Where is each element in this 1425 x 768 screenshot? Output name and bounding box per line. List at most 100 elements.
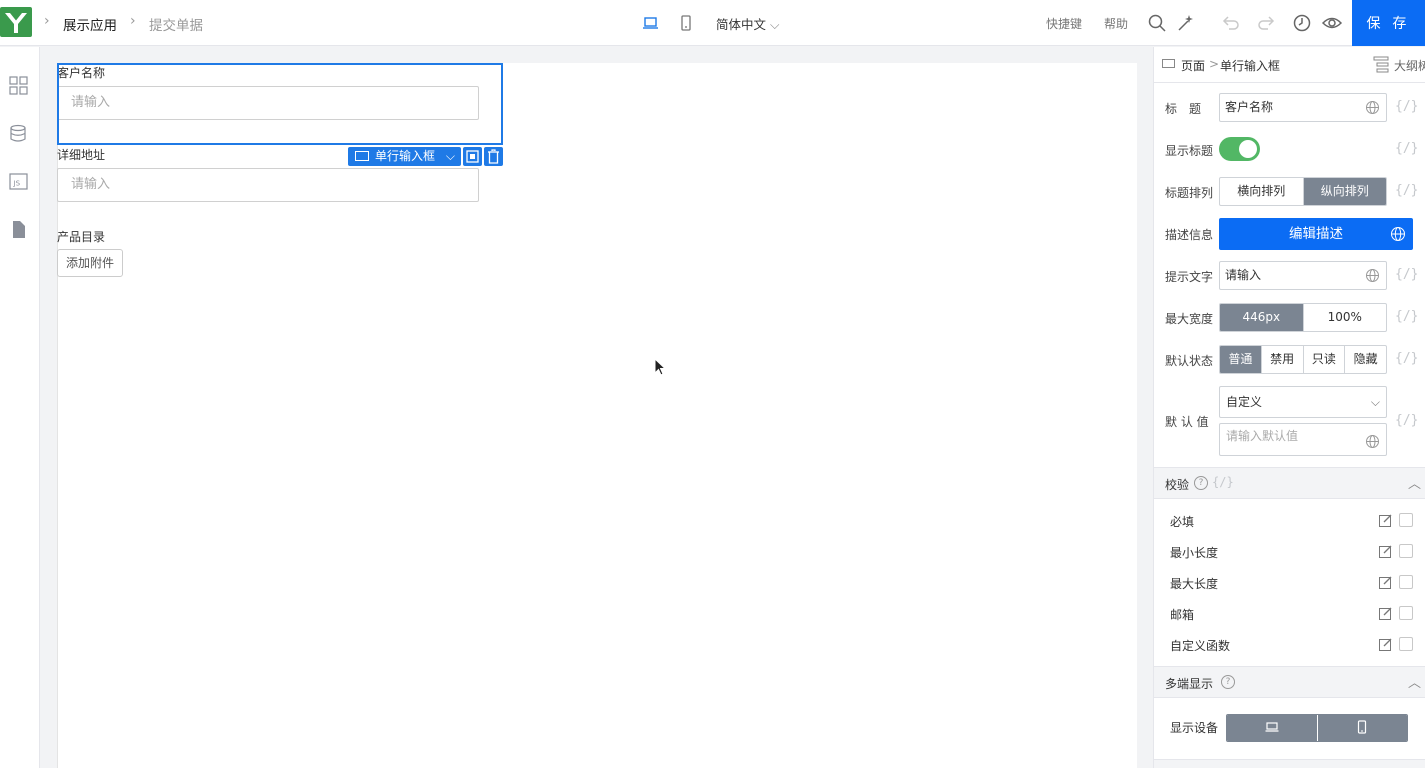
display-device-segment bbox=[1226, 714, 1408, 742]
multi-device-title: 多端显示 bbox=[1165, 677, 1214, 691]
left-sidebar: JS bbox=[0, 47, 40, 768]
undo-icon[interactable] bbox=[1220, 12, 1242, 34]
component-type-switch[interactable]: 单行输入框 ⌵ bbox=[348, 147, 461, 166]
mobile-view-icon[interactable] bbox=[676, 13, 698, 35]
validation-custom-function: 自定义函数 bbox=[1170, 639, 1231, 653]
chevron-down-icon: ⌵ bbox=[1370, 395, 1380, 409]
hint-text-label: 提示文字 bbox=[1165, 270, 1214, 284]
panel-breadcrumb-page[interactable]: 页面 bbox=[1181, 57, 1205, 74]
breadcrumb-page[interactable]: 提交单据 bbox=[149, 14, 203, 34]
edit-icon[interactable] bbox=[1378, 575, 1393, 590]
collapse-chevron-icon[interactable]: ︿ bbox=[1408, 672, 1421, 691]
required-checkbox[interactable] bbox=[1399, 513, 1413, 527]
trash-icon bbox=[488, 149, 499, 164]
edit-icon[interactable] bbox=[1378, 544, 1393, 559]
desktop-view-icon[interactable] bbox=[641, 13, 663, 35]
variable-binding-icon[interactable]: {/} bbox=[1395, 309, 1418, 324]
address-input[interactable]: 请输入 bbox=[57, 168, 479, 202]
default-mode-select[interactable]: 自定义 ⌵ bbox=[1219, 386, 1387, 418]
validation-email: 邮箱 bbox=[1170, 608, 1195, 622]
preview-eye-icon[interactable] bbox=[1321, 12, 1343, 34]
data-source-icon[interactable] bbox=[8, 123, 30, 145]
globe-icon bbox=[1391, 227, 1405, 241]
state-readonly[interactable]: 只读 bbox=[1304, 346, 1346, 373]
max-length-checkbox[interactable] bbox=[1399, 575, 1413, 589]
input-box-icon bbox=[355, 151, 369, 161]
state-disabled[interactable]: 禁用 bbox=[1262, 346, 1304, 373]
edit-description-button[interactable]: 编辑描述 bbox=[1219, 218, 1413, 250]
redo-icon[interactable] bbox=[1255, 12, 1277, 34]
title-input[interactable]: 客户名称 bbox=[1219, 93, 1387, 122]
show-title-toggle[interactable] bbox=[1219, 137, 1260, 161]
shortcuts-link[interactable]: 快捷键 bbox=[1046, 15, 1082, 32]
delete-component-button[interactable] bbox=[484, 147, 503, 166]
variable-binding-icon[interactable]: {/} bbox=[1395, 183, 1418, 198]
variable-binding-icon[interactable]: {/} bbox=[1395, 351, 1418, 366]
globe-icon[interactable] bbox=[1365, 268, 1380, 283]
hint-text-input[interactable]: 请输入 bbox=[1219, 261, 1387, 290]
min-length-checkbox[interactable] bbox=[1399, 544, 1413, 558]
variable-binding-icon[interactable]: {/} bbox=[1212, 475, 1234, 489]
edit-icon[interactable] bbox=[1378, 637, 1393, 652]
state-normal[interactable]: 普通 bbox=[1220, 346, 1262, 373]
default-value-input[interactable]: 请输入默认值 bbox=[1219, 423, 1387, 456]
globe-icon[interactable] bbox=[1365, 100, 1380, 115]
help-link[interactable]: 帮助 bbox=[1104, 15, 1128, 32]
language-select[interactable]: 简体中文 ⌵ bbox=[716, 14, 779, 33]
edit-icon[interactable] bbox=[1378, 513, 1393, 528]
title-layout-segment: 横向排列 纵向排列 bbox=[1219, 177, 1387, 206]
email-checkbox[interactable] bbox=[1399, 606, 1413, 620]
js-code-icon[interactable]: JS bbox=[8, 171, 30, 193]
max-width-px[interactable]: 446px bbox=[1220, 304, 1304, 331]
collapse-chevron-icon[interactable]: ︿ bbox=[1408, 473, 1421, 492]
validation-section-header[interactable]: 校验 ? {/} ︿ bbox=[1154, 467, 1425, 499]
copy-icon bbox=[466, 150, 479, 163]
variable-binding-icon[interactable]: {/} bbox=[1395, 267, 1418, 282]
variable-binding-icon[interactable]: {/} bbox=[1395, 99, 1418, 114]
top-bar: › 展示应用 › 提交单据 简体中文 ⌵ 快捷键 帮助 保 存 bbox=[0, 0, 1425, 46]
help-icon[interactable]: ? bbox=[1194, 476, 1208, 490]
mouse-cursor-icon bbox=[654, 358, 667, 376]
title-layout-vertical[interactable]: 纵向排列 bbox=[1303, 178, 1386, 205]
multi-device-section-header[interactable]: 多端显示 ? ︿ bbox=[1154, 666, 1425, 698]
chevron-right-icon: › bbox=[44, 13, 50, 29]
device-desktop[interactable] bbox=[1227, 715, 1318, 741]
globe-icon[interactable] bbox=[1365, 434, 1380, 449]
device-mobile[interactable] bbox=[1317, 715, 1407, 741]
default-state-label: 默认状态 bbox=[1165, 354, 1214, 368]
outline-tree-icon[interactable] bbox=[1372, 55, 1390, 76]
history-clock-icon[interactable] bbox=[1291, 12, 1313, 34]
add-attachment-button[interactable]: 添加附件 bbox=[57, 249, 123, 277]
page-frame-icon bbox=[1162, 59, 1175, 68]
title-label: 标 题 bbox=[1165, 102, 1202, 116]
property-panel: 页面 > 单行输入框 大纲树 标 题 客户名称 {/} 显示标题 {/} 标题排… bbox=[1153, 47, 1425, 768]
validation-max-length: 最大长度 bbox=[1170, 577, 1219, 591]
svg-text:JS: JS bbox=[13, 180, 21, 188]
components-grid-icon[interactable] bbox=[8, 75, 30, 97]
toggle-knob bbox=[1239, 140, 1257, 158]
description-label: 描述信息 bbox=[1165, 228, 1214, 242]
component-type-label: 单行输入框 bbox=[375, 149, 436, 163]
copy-component-button[interactable] bbox=[463, 147, 482, 166]
outline-tree-label[interactable]: 大纲树 bbox=[1394, 57, 1425, 74]
title-layout-horizontal[interactable]: 横向排列 bbox=[1220, 178, 1304, 205]
custom-function-checkbox[interactable] bbox=[1399, 637, 1413, 651]
display-device-label: 显示设备 bbox=[1170, 721, 1219, 735]
variable-binding-icon[interactable]: {/} bbox=[1395, 141, 1418, 156]
help-icon[interactable]: ? bbox=[1221, 675, 1235, 689]
magic-wand-icon[interactable] bbox=[1175, 12, 1197, 34]
validation-min-length: 最小长度 bbox=[1170, 546, 1219, 560]
save-button[interactable]: 保 存 bbox=[1352, 0, 1425, 46]
variable-binding-icon[interactable]: {/} bbox=[1395, 413, 1418, 428]
max-width-percent[interactable]: 100% bbox=[1304, 304, 1387, 331]
field-label-catalog: 产品目录 bbox=[57, 230, 106, 244]
breadcrumb-app[interactable]: 展示应用 bbox=[63, 14, 117, 34]
app-logo[interactable] bbox=[0, 7, 32, 37]
title-input-value: 客户名称 bbox=[1225, 100, 1274, 114]
document-icon[interactable] bbox=[8, 219, 30, 241]
panel-breadcrumb-component: 单行输入框 bbox=[1220, 59, 1281, 73]
validation-required: 必填 bbox=[1170, 515, 1195, 529]
edit-icon[interactable] bbox=[1378, 606, 1393, 621]
state-hidden[interactable]: 隐藏 bbox=[1345, 346, 1386, 373]
search-icon[interactable] bbox=[1146, 12, 1168, 34]
